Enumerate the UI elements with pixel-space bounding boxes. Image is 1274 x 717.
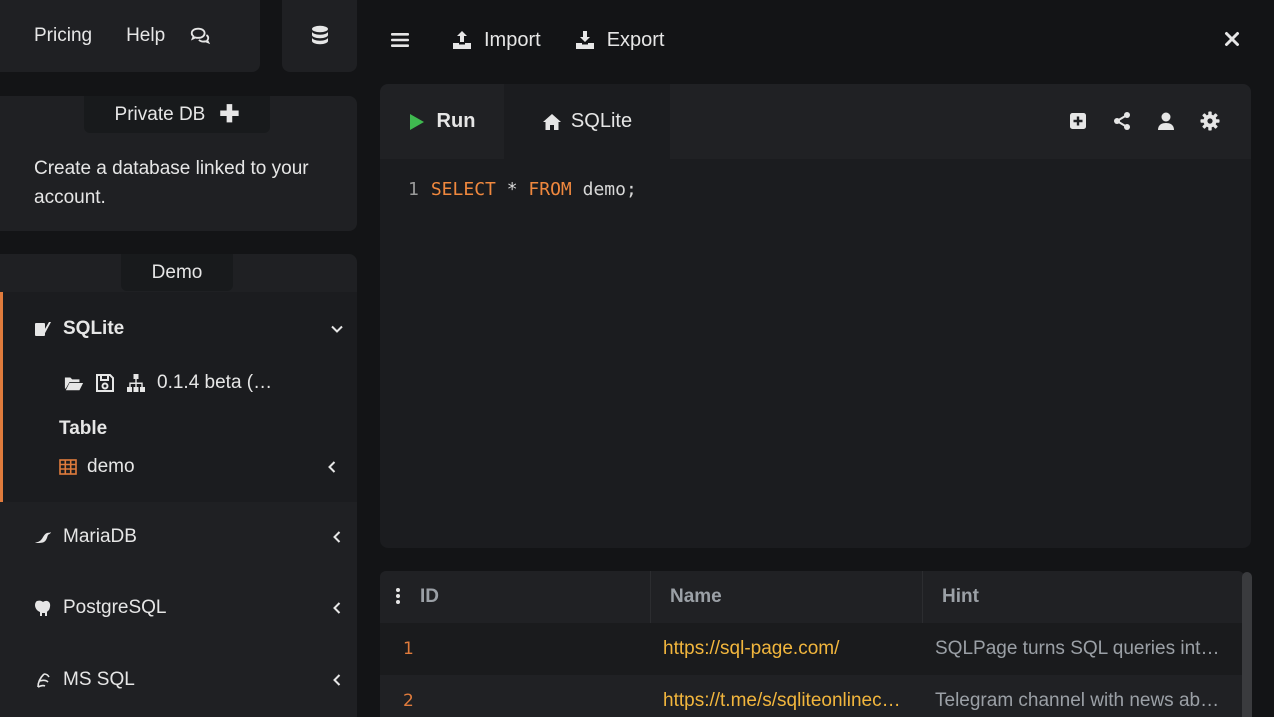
save-icon[interactable]: [95, 373, 115, 393]
private-db-tab[interactable]: Private DB ✚: [84, 96, 270, 133]
column-header-name[interactable]: Name: [651, 571, 923, 623]
sqlite-tools: 0.1.4 beta (…: [64, 372, 272, 394]
sidebar-item-mariadb[interactable]: MariaDB: [34, 526, 344, 548]
chevron-left-icon[interactable]: [325, 460, 339, 474]
results-table: ID Name Hint 1 https://sql-page.com/ SQL…: [380, 571, 1244, 717]
sidebar-item-label: MariaDB: [63, 526, 137, 547]
table-name: demo: [87, 456, 135, 477]
private-db-panel: Private DB ✚ Create a database linked to…: [0, 96, 357, 231]
table-heading: Table: [59, 418, 108, 439]
top-nav: Pricing Help: [0, 0, 260, 72]
cell-id: 1: [403, 639, 414, 659]
close-icon[interactable]: [1224, 31, 1240, 47]
seal-icon: [35, 532, 51, 543]
chevron-left-icon[interactable]: [330, 673, 344, 687]
code-line[interactable]: 1 SELECT * FROM demo;: [408, 179, 637, 200]
sidebar-item-mssql[interactable]: MS SQL: [34, 669, 344, 691]
gear-icon[interactable]: [1200, 111, 1220, 131]
run-label: Run: [436, 110, 476, 132]
import-label: Import: [484, 28, 541, 51]
cell-hint: SQLPage turns SQL queries int…: [935, 638, 1220, 659]
hamburger-menu-icon[interactable]: [390, 30, 410, 50]
cell-id: 2: [403, 691, 414, 711]
database-button[interactable]: [282, 0, 357, 72]
table-header: ID Name Hint: [380, 571, 1244, 623]
sitemap-icon[interactable]: [126, 373, 146, 393]
sqlite-version: 0.1.4 beta (…: [157, 372, 273, 393]
chevron-left-icon[interactable]: [330, 601, 344, 615]
database-icon: [311, 25, 328, 45]
cell-hint: Telegram channel with news ab…: [935, 690, 1220, 711]
sidebar-item-label: MS SQL: [63, 669, 135, 690]
folder-open-icon[interactable]: [64, 373, 84, 393]
column-label: Hint: [942, 586, 979, 607]
mssql-icon: [37, 673, 50, 688]
import-button[interactable]: Import: [452, 29, 541, 52]
operator-star: *: [506, 179, 518, 200]
user-icon[interactable]: [1156, 111, 1176, 131]
cell-name-link[interactable]: https://t.me/s/sqliteonlinec…: [651, 690, 923, 712]
line-number: 1: [408, 179, 419, 200]
column-label: ID: [420, 586, 439, 607]
private-db-description: Create a database linked to your account…: [34, 158, 309, 208]
demo-tab[interactable]: Demo: [121, 254, 233, 291]
tab-label: SQLite: [570, 110, 633, 132]
chevron-down-icon[interactable]: [330, 322, 344, 336]
run-button[interactable]: Run: [380, 84, 504, 159]
sql-editor: Run SQLite 1 SELECT * FROM demo;: [380, 84, 1251, 548]
elephant-icon: [35, 600, 51, 616]
table-row[interactable]: 2 https://t.me/s/sqliteonlinec… Telegram…: [380, 675, 1244, 717]
add-tab-icon[interactable]: [1068, 111, 1088, 131]
column-header-id[interactable]: ID: [380, 571, 651, 623]
sidebar-item-postgresql[interactable]: PostgreSQL: [34, 597, 344, 619]
download-icon: [575, 31, 594, 49]
export-label: Export: [606, 28, 665, 51]
table-item-demo[interactable]: demo: [59, 456, 339, 478]
plus-icon[interactable]: ✚: [219, 100, 239, 129]
share-icon[interactable]: [1112, 111, 1132, 131]
editor-actions: [1044, 111, 1220, 131]
kebab-menu-icon[interactable]: [394, 587, 402, 605]
table-row[interactable]: 1 https://sql-page.com/ SQLPage turns SQ…: [380, 623, 1244, 675]
identifier: demo;: [582, 179, 637, 200]
results-scrollbar[interactable]: [1242, 572, 1252, 717]
chevron-left-icon[interactable]: [330, 530, 344, 544]
private-db-label: Private DB: [114, 103, 206, 125]
sidebar-item-label: PostgreSQL: [63, 597, 167, 618]
upload-icon: [453, 31, 471, 49]
demo-panel: Demo SQLite 0.1.4 beta (… Table demo Mar…: [0, 254, 357, 717]
editor-tabbar: Run SQLite: [380, 84, 1251, 159]
sidebar-item-label: SQLite: [63, 318, 125, 339]
comments-icon[interactable]: [189, 25, 211, 47]
pricing-link[interactable]: Pricing: [34, 25, 92, 47]
tab-sqlite[interactable]: SQLite: [504, 84, 670, 159]
sidebar-item-sqlite[interactable]: SQLite: [34, 318, 344, 340]
play-icon: [409, 113, 424, 130]
help-link[interactable]: Help: [126, 25, 165, 47]
column-label: Name: [670, 586, 722, 607]
export-button[interactable]: Export: [575, 29, 665, 52]
home-icon: [542, 113, 561, 130]
table-icon: [59, 459, 77, 475]
column-header-hint[interactable]: Hint: [923, 571, 1244, 623]
cell-name-link[interactable]: https://sql-page.com/: [651, 638, 923, 660]
keyword-select: SELECT: [430, 179, 496, 200]
keyword-from: FROM: [528, 179, 572, 200]
feather-icon: [35, 322, 51, 336]
main-toolbar: Import Export: [380, 0, 1274, 80]
